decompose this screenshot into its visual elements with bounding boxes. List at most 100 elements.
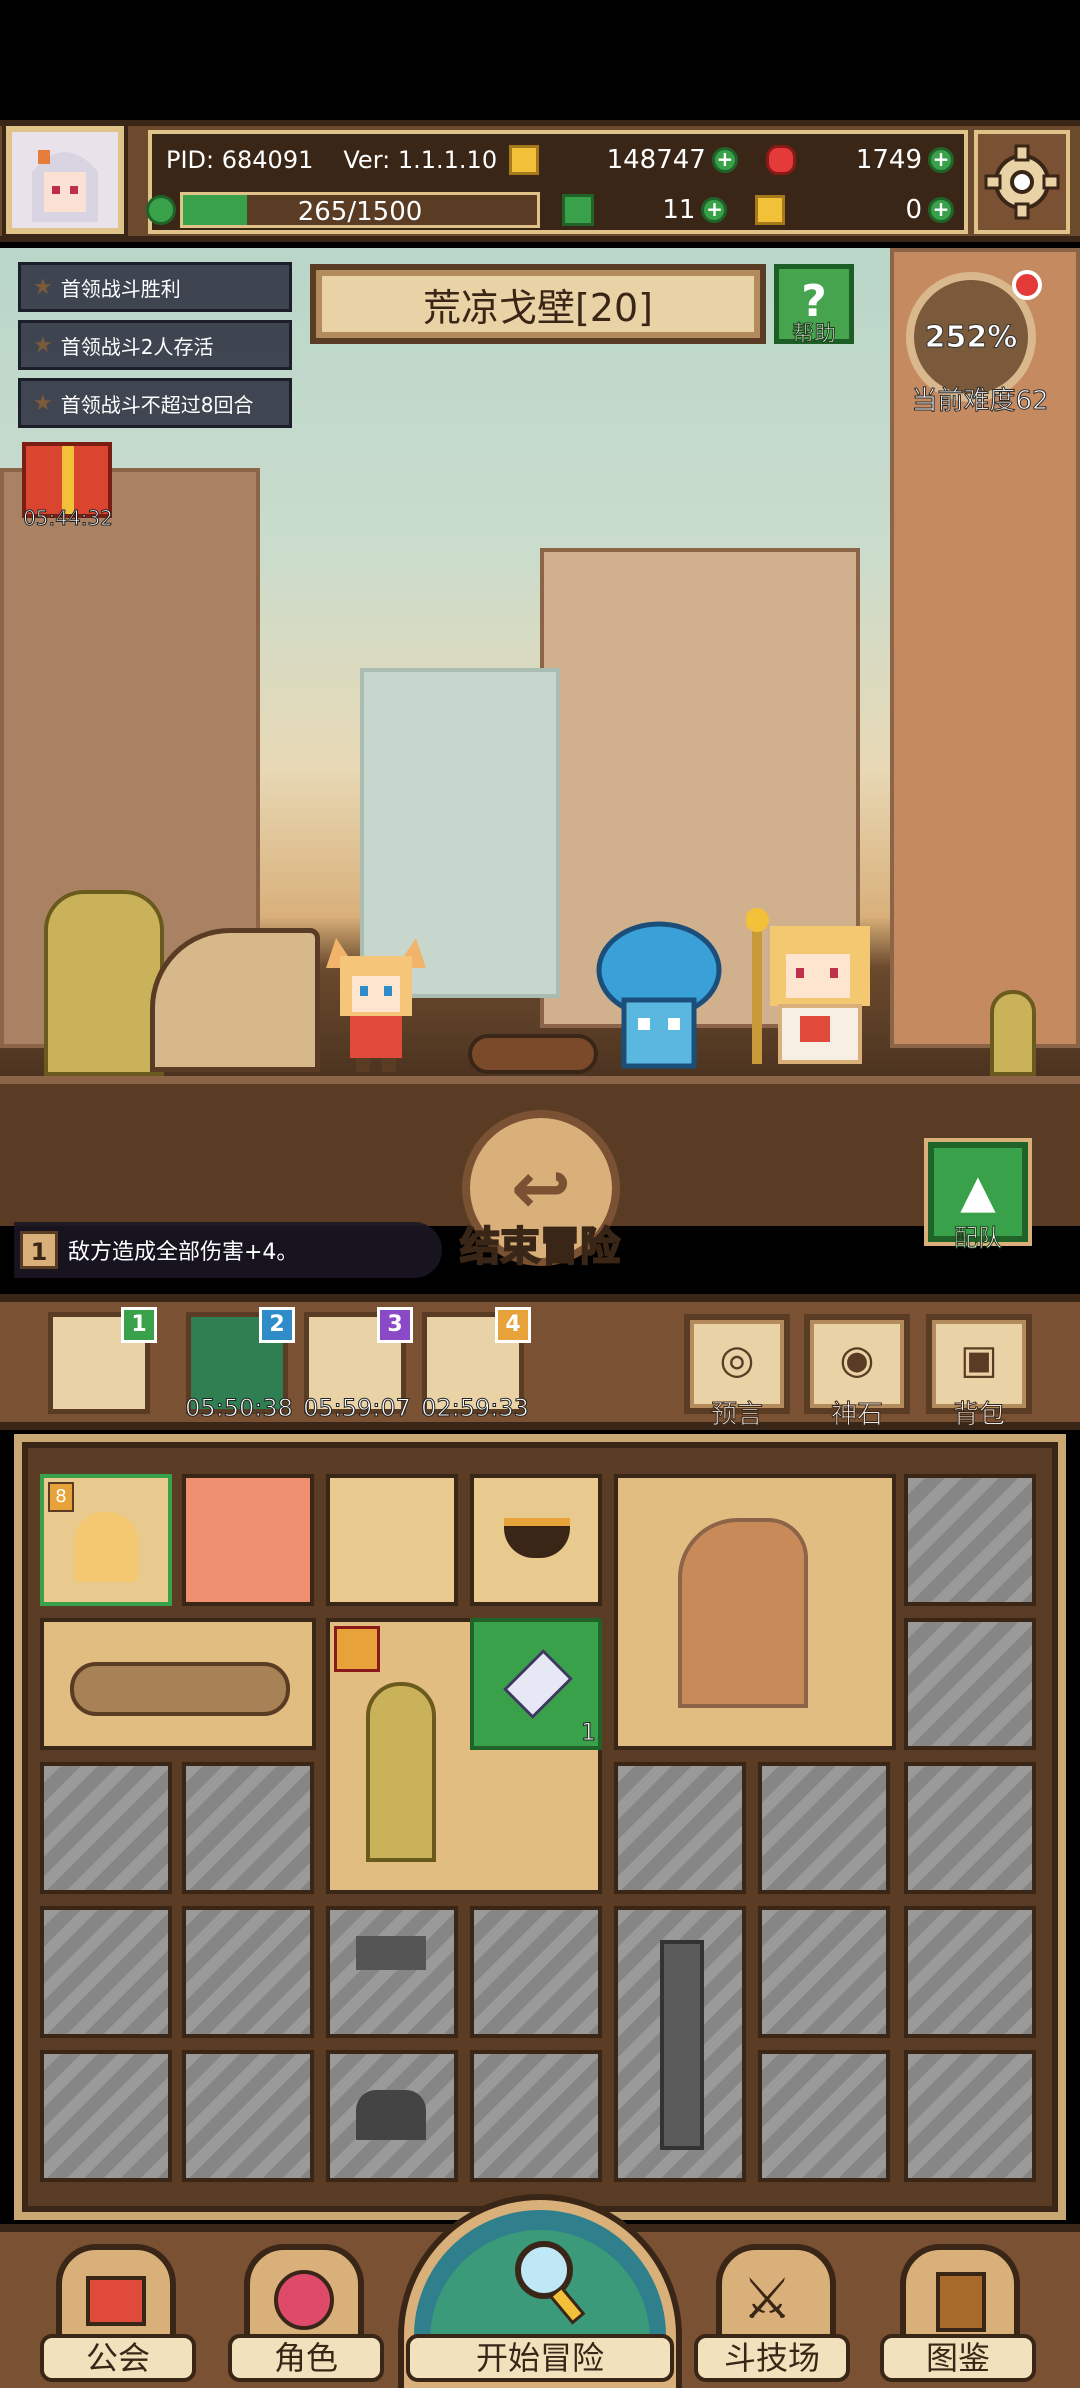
locked-slot xyxy=(182,1906,314,2038)
gem-amount: 1749 xyxy=(855,145,922,175)
stage-row xyxy=(0,1294,1080,1430)
campfire-pot-item[interactable] xyxy=(470,1474,602,1606)
inventory-slot[interactable] xyxy=(326,1474,458,1606)
stage-timer: 05:59:07 xyxy=(303,1394,412,1423)
quest-text: 首领战斗胜利 xyxy=(60,276,181,301)
ruby-gem-icon xyxy=(765,145,796,175)
gear-icon xyxy=(984,144,1060,220)
quest-text: 首领战斗不超过8回合 xyxy=(60,392,254,417)
pot-icon xyxy=(504,1518,570,1558)
star-icon: ★ xyxy=(33,274,53,300)
stage-title: 荒凉戈壁[20] xyxy=(422,285,653,330)
chest-icon xyxy=(356,2090,426,2140)
start-adventure-label: 开始冒险 xyxy=(406,2334,674,2382)
locked-slot xyxy=(614,1762,746,1894)
key-amount: 0 xyxy=(905,195,922,225)
add-gem-button[interactable]: + xyxy=(928,147,954,173)
help-label: 帮助 xyxy=(791,322,836,348)
item-tag-icon xyxy=(334,1626,380,1672)
locked-slot xyxy=(904,2050,1036,2182)
mushroom-monster-icon xyxy=(596,921,722,1069)
add-key-button[interactable]: + xyxy=(928,197,954,223)
gift-timer: 05:44:32 xyxy=(23,506,114,531)
enemy-blue-mushroom[interactable] xyxy=(594,920,724,1072)
nav-character-button[interactable] xyxy=(244,2244,364,2344)
crossed-swords-icon: ⚔ xyxy=(742,2267,793,2332)
add-clover-button[interactable]: + xyxy=(701,197,728,223)
stage-title-banner: 荒凉戈壁[20] xyxy=(310,264,766,344)
clover-icon xyxy=(562,194,594,226)
divine-stone-label: 神石 xyxy=(830,1400,883,1431)
enemy-effect-bar: 1 敌方造成全部伤害+4。 xyxy=(14,1222,442,1278)
resource-row-1: PID: 684091 Ver: 1.1.1.10 148747 + 1749 … xyxy=(152,136,964,184)
add-gold-button[interactable]: + xyxy=(711,147,738,173)
priestess-sprite-icon xyxy=(745,908,870,1064)
stone-icon: ◉ xyxy=(839,1337,875,1383)
signpost-icon xyxy=(356,1936,426,1970)
statue-icon xyxy=(660,1940,704,2150)
locked-slot xyxy=(182,1762,314,1894)
nav-guild-label: 公会 xyxy=(40,2334,196,2382)
crystal-icon xyxy=(502,1648,574,1720)
hero-fox-girl[interactable] xyxy=(322,928,430,1074)
pid-text: PID: 684091 xyxy=(166,146,314,174)
effect-index: 1 xyxy=(20,1231,58,1269)
inventory-slot[interactable] xyxy=(182,1474,314,1606)
stage-badge: 4 xyxy=(495,1307,531,1343)
player-avatar[interactable] xyxy=(6,126,124,234)
guild-house-icon xyxy=(86,2276,146,2326)
locked-slot xyxy=(40,1906,172,2038)
star-icon: ★ xyxy=(33,390,53,416)
gold-coin-icon xyxy=(509,145,540,175)
star-icon: ★ xyxy=(33,332,53,358)
clover-amount: 11 xyxy=(662,195,696,225)
stage-node-1[interactable]: 1 xyxy=(48,1307,157,1414)
locked-statue-slot xyxy=(614,1906,746,2182)
stage-badge: 1 xyxy=(121,1307,157,1343)
stamina-icon xyxy=(146,195,176,225)
quest-item: ★ 首领战斗胜利 xyxy=(18,262,292,312)
quest-item: ★ 首领战斗不超过8回合 xyxy=(18,378,292,428)
locked-slot xyxy=(470,1906,602,2038)
backpack-label: 背包 xyxy=(952,1400,1005,1431)
team-icon: ▲ xyxy=(960,1164,996,1218)
locked-slot xyxy=(904,1762,1036,1894)
nav-character-label: 角色 xyxy=(228,2334,384,2382)
backpack-icon: ▣ xyxy=(960,1337,998,1383)
rock-pile-item[interactable] xyxy=(614,1474,896,1750)
crystal-count: 1 xyxy=(580,1718,596,1747)
hero-portrait-icon xyxy=(74,1512,138,1582)
effect-text: 敌方造成全部伤害+4。 xyxy=(68,1240,299,1265)
cactus-icon xyxy=(366,1682,436,1862)
campfire-logs xyxy=(468,1034,598,1074)
hero-priestess[interactable] xyxy=(745,906,886,1076)
team-setup-label: 配队 xyxy=(954,1224,1003,1253)
nav-codex-button[interactable] xyxy=(900,2244,1020,2344)
locked-slot xyxy=(758,2050,890,2182)
key-icon xyxy=(755,195,786,225)
quest-item: ★ 首领战斗2人存活 xyxy=(18,320,292,370)
locked-slot xyxy=(904,1474,1036,1606)
locked-slot xyxy=(904,1618,1036,1750)
difficulty-label: 当前难度62 xyxy=(911,386,1049,417)
locked-slot xyxy=(40,1762,172,1894)
resource-row-2: 265/1500 11 + 0 + xyxy=(146,186,964,234)
character-face-icon xyxy=(274,2270,334,2330)
locked-slot xyxy=(758,1906,890,2038)
prophecy-icon: ◎ xyxy=(719,1337,755,1383)
stage-timer: 02:59:33 xyxy=(421,1394,530,1423)
nav-arena-button[interactable]: ⚔ xyxy=(716,2244,836,2344)
nav-codex-label: 图鉴 xyxy=(880,2334,1036,2382)
game-screen: PID: 684091 Ver: 1.1.1.10 148747 + 1749 … xyxy=(0,0,1080,2388)
book-icon xyxy=(936,2272,986,2332)
stage-badge: 3 xyxy=(377,1307,413,1343)
crystal-item[interactable]: 1 xyxy=(470,1618,602,1750)
settings-button[interactable] xyxy=(974,130,1070,234)
stage-timer: 05:50:38 xyxy=(185,1394,294,1423)
avatar-portrait-icon xyxy=(12,132,118,228)
end-adventure-label: 结束冒险 xyxy=(459,1223,621,1271)
nav-guild-button[interactable] xyxy=(56,2244,176,2344)
hero-card-cell[interactable]: 8 xyxy=(40,1474,172,1606)
version-text: Ver: 1.1.1.10 xyxy=(343,146,498,174)
log-item[interactable] xyxy=(40,1618,316,1750)
